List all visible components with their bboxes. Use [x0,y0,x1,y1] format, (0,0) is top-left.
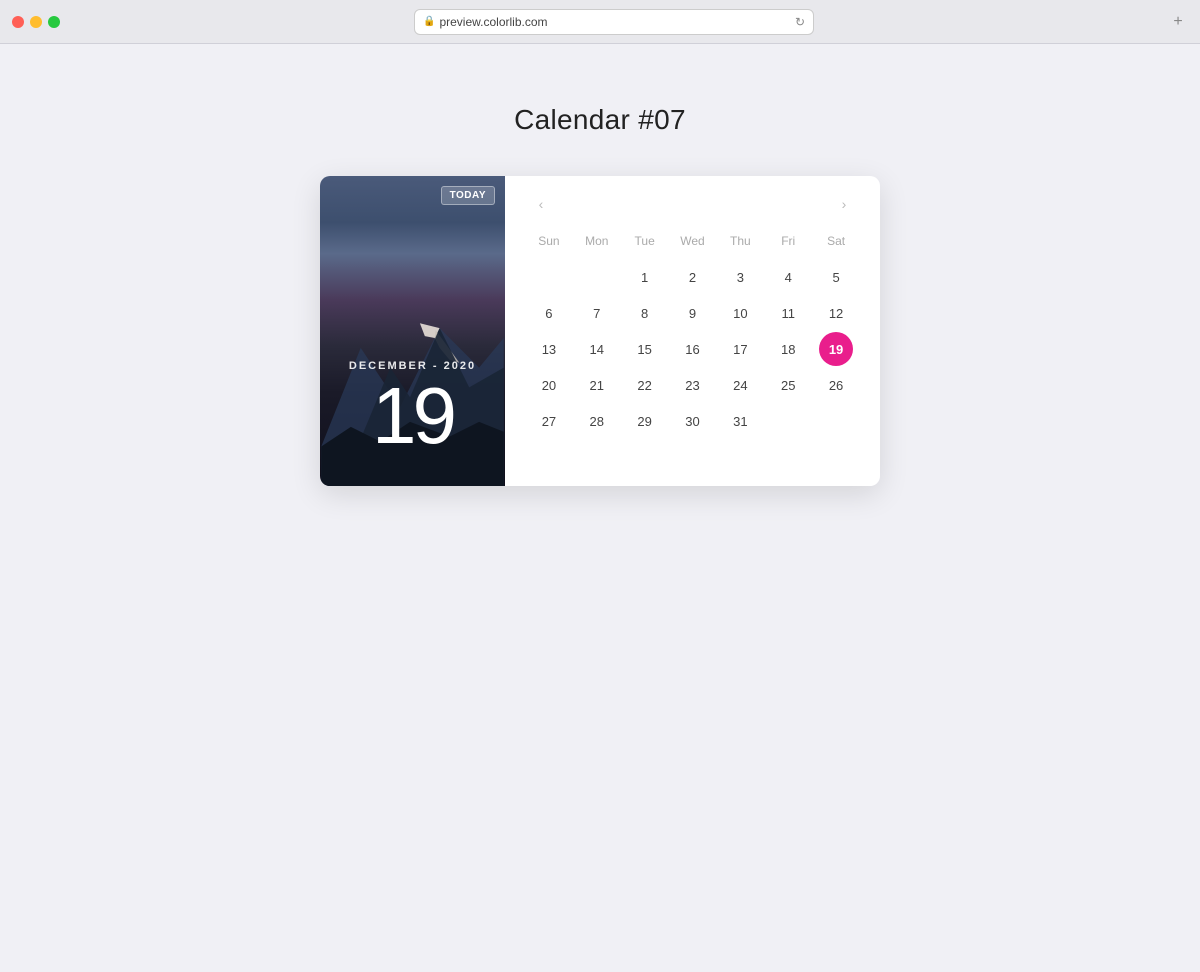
table-row[interactable]: 2 [675,260,709,294]
traffic-lights [12,16,60,28]
calendar-grid: Sun Mon Tue Wed Thu Fri Sat 123456789101… [525,230,860,438]
calendar-date-info: DECEMBER - 2020 19 [320,360,505,456]
calendar-day-number: 19 [320,376,505,456]
table-row[interactable]: 31 [723,404,757,438]
today-badge: TODAY [441,186,495,205]
table-row[interactable]: 19 [819,332,853,366]
table-row[interactable]: 26 [819,368,853,402]
calendar-month-year: DECEMBER - 2020 [320,360,505,372]
table-row[interactable]: 16 [675,332,709,366]
table-row[interactable]: 12 [819,296,853,330]
table-row[interactable]: 30 [675,404,709,438]
calendar-days: 1234567891011121314151617181920212223242… [525,260,860,438]
minimize-button[interactable] [30,16,42,28]
table-row[interactable]: 14 [580,332,614,366]
calendar-widget: TODAY DECEMBER - 2020 19 ‹ › Sun Mon Tue… [320,176,880,486]
next-month-button[interactable]: › [832,192,856,216]
table-row[interactable]: 27 [532,404,566,438]
day-header-tue: Tue [621,230,669,252]
table-row [580,260,614,294]
maximize-button[interactable] [48,16,60,28]
table-row[interactable]: 29 [628,404,662,438]
table-row[interactable]: 9 [675,296,709,330]
calendar-right-panel: ‹ › Sun Mon Tue Wed Thu Fri Sat 12345678… [505,176,880,486]
table-row[interactable]: 8 [628,296,662,330]
prev-month-button[interactable]: ‹ [529,192,553,216]
browser-chrome: 🔒 preview.colorlib.com ↻ + [0,0,1200,44]
day-header-thu: Thu [716,230,764,252]
day-header-sat: Sat [812,230,860,252]
close-button[interactable] [12,16,24,28]
table-row[interactable]: 10 [723,296,757,330]
address-bar[interactable]: 🔒 preview.colorlib.com ↻ [414,9,814,35]
table-row[interactable]: 7 [580,296,614,330]
page-content: Calendar #07 TODAY DECEMBER - 2020 19 [0,44,1200,526]
day-headers: Sun Mon Tue Wed Thu Fri Sat [525,230,860,252]
table-row[interactable]: 20 [532,368,566,402]
address-bar-wrapper: 🔒 preview.colorlib.com ↻ [70,9,1158,35]
calendar-nav: ‹ › [525,192,860,216]
table-row[interactable]: 25 [771,368,805,402]
url-text: preview.colorlib.com [439,15,547,29]
table-row [771,404,805,438]
table-row[interactable]: 21 [580,368,614,402]
table-row[interactable]: 28 [580,404,614,438]
day-header-sun: Sun [525,230,573,252]
table-row[interactable]: 4 [771,260,805,294]
table-row[interactable]: 6 [532,296,566,330]
day-header-mon: Mon [573,230,621,252]
lock-icon: 🔒 [423,16,435,27]
day-header-wed: Wed [669,230,717,252]
table-row[interactable]: 23 [675,368,709,402]
table-row[interactable]: 1 [628,260,662,294]
day-header-fri: Fri [764,230,812,252]
new-tab-button[interactable]: + [1168,12,1188,32]
page-title: Calendar #07 [514,104,686,136]
table-row[interactable]: 15 [628,332,662,366]
table-row[interactable]: 3 [723,260,757,294]
table-row[interactable]: 22 [628,368,662,402]
table-row[interactable]: 17 [723,332,757,366]
table-row[interactable]: 24 [723,368,757,402]
table-row[interactable]: 5 [819,260,853,294]
table-row[interactable]: 11 [771,296,805,330]
table-row [819,404,853,438]
table-row [532,260,566,294]
table-row[interactable]: 13 [532,332,566,366]
reload-icon[interactable]: ↻ [795,15,805,29]
table-row[interactable]: 18 [771,332,805,366]
calendar-left-panel: TODAY DECEMBER - 2020 19 [320,176,505,486]
